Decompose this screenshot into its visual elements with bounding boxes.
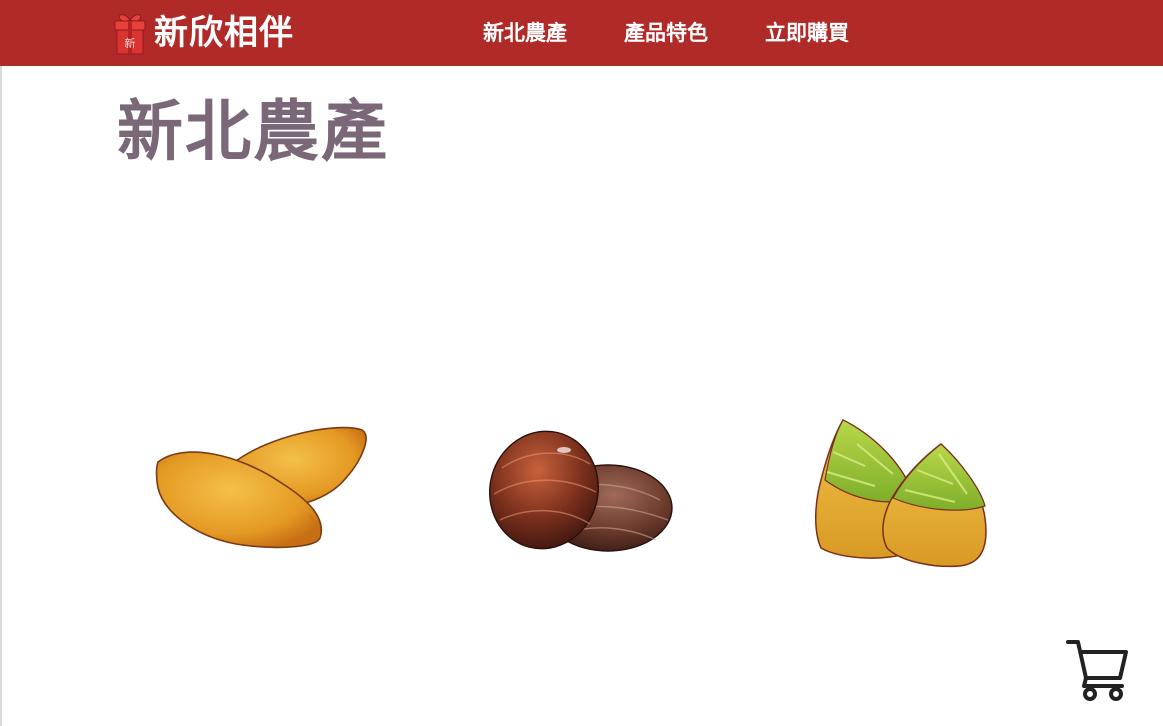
nav-item-buy-now[interactable]: 立即購買 bbox=[765, 0, 849, 66]
svg-text:新: 新 bbox=[125, 36, 136, 50]
chestnut-chocolate-icon bbox=[488, 430, 673, 552]
page-title: 新北農產 bbox=[117, 93, 389, 170]
bamboo-shoot-cake-icon bbox=[814, 419, 987, 568]
shopping-cart-icon bbox=[1066, 640, 1128, 701]
shopping-cart-button[interactable] bbox=[1060, 636, 1132, 702]
page-left-edge bbox=[0, 66, 2, 726]
nav-item-features[interactable]: 產品特色 bbox=[624, 0, 708, 66]
brand-logo-link[interactable]: 新 新欣相伴 bbox=[112, 10, 294, 56]
product-item-bamboo-shoot[interactable] bbox=[805, 410, 995, 575]
gift-box-icon: 新 bbox=[114, 14, 146, 55]
top-navbar: 新 新欣相伴 新北農產 產品特色 立即購買 bbox=[0, 0, 1163, 66]
nav-item-products[interactable]: 新北農產 bbox=[483, 0, 567, 66]
brand-name: 新欣相伴 bbox=[154, 13, 294, 53]
sweet-potato-cake-icon bbox=[155, 426, 367, 549]
main-nav: 新北農產 產品特色 立即購買 bbox=[483, 0, 906, 66]
product-item-sweet-potato[interactable] bbox=[150, 420, 380, 560]
product-item-chestnut[interactable] bbox=[480, 420, 680, 560]
